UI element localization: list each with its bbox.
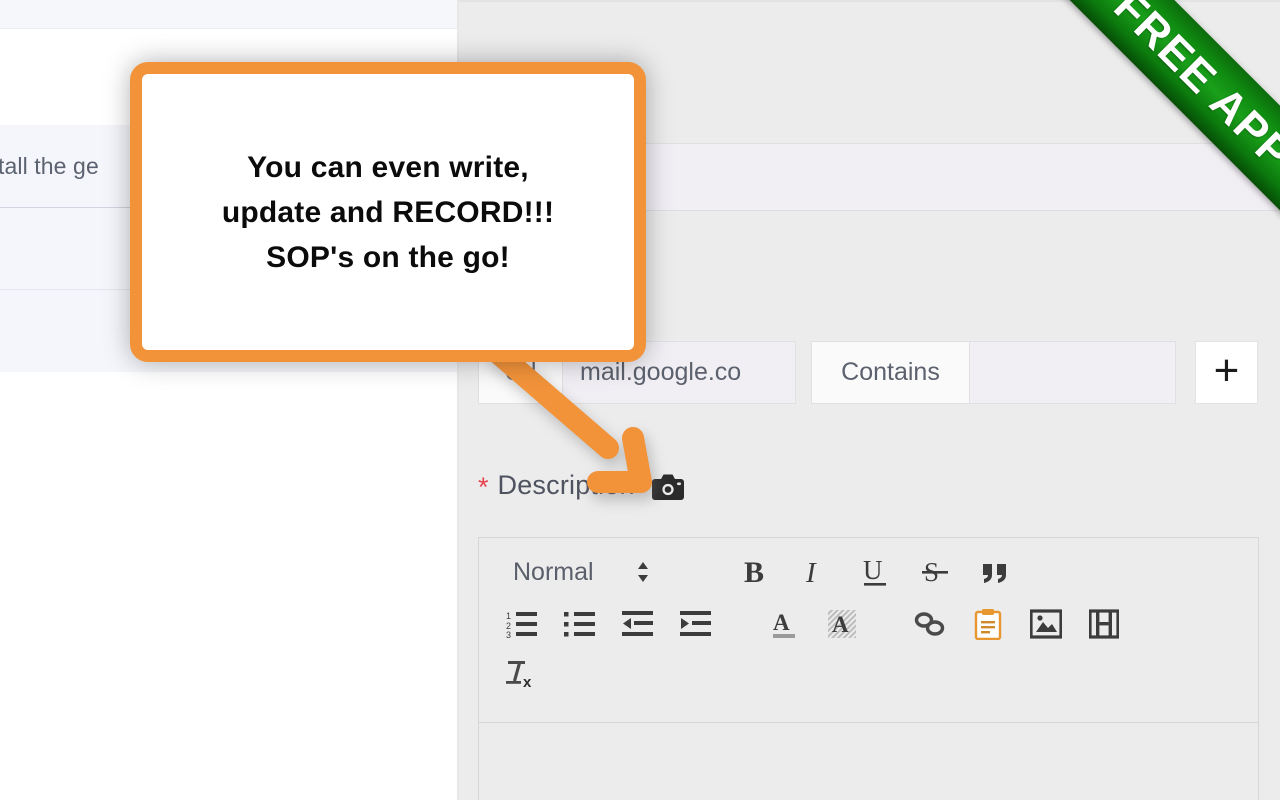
- video-icon[interactable]: [1075, 599, 1133, 649]
- add-condition-button[interactable]: +: [1195, 341, 1258, 404]
- svg-text:U: U: [863, 555, 883, 585]
- description-label: Description: [497, 470, 635, 500]
- operator-label: Contains: [841, 358, 940, 386]
- italic-icon[interactable]: I: [785, 547, 845, 597]
- operator-value-input[interactable]: [969, 341, 1176, 404]
- promo-callout-box: You can even write, update and RECORD!!!…: [130, 62, 646, 362]
- text-color-icon[interactable]: A: [755, 599, 813, 649]
- svg-text:A: A: [832, 612, 849, 637]
- screenshot-root: tall the ge Url mail.google.co Contains …: [0, 0, 1280, 800]
- outdent-icon[interactable]: [609, 599, 667, 649]
- camera-icon[interactable]: [651, 474, 684, 500]
- bullet-list-icon[interactable]: [551, 599, 609, 649]
- image-icon[interactable]: [1017, 599, 1075, 649]
- background-top-bar: [0, 0, 458, 29]
- clear-formatting-icon[interactable]: x: [493, 649, 551, 699]
- svg-text:1: 1: [506, 611, 511, 621]
- operator-select[interactable]: Contains: [811, 341, 969, 404]
- editor-toolbar-row-2: 1 2 3 A A: [493, 598, 1133, 650]
- operator-condition-group[interactable]: Contains: [811, 341, 1176, 404]
- background-text-fragment: tall the ge: [0, 153, 99, 179]
- plus-icon: +: [1213, 345, 1240, 395]
- format-picker-value: Normal: [513, 557, 594, 586]
- svg-text:3: 3: [506, 630, 511, 639]
- blockquote-icon[interactable]: [965, 547, 1025, 597]
- editor-toolbar-divider: [479, 722, 1258, 723]
- strikethrough-icon[interactable]: S: [905, 547, 965, 597]
- url-value-text: mail.google.co: [580, 358, 742, 386]
- paste-clipboard-icon[interactable]: [959, 599, 1017, 649]
- background-color-icon[interactable]: A: [813, 599, 871, 649]
- link-icon[interactable]: [901, 599, 959, 649]
- bold-icon[interactable]: B: [725, 547, 785, 597]
- free-app-ribbon: FREE APP: [980, 0, 1280, 300]
- editor-toolbar: Normal B I U S 1 2 3 A A x: [479, 538, 1258, 723]
- ribbon-banner: FREE APP: [1010, 0, 1280, 274]
- format-picker[interactable]: Normal: [493, 547, 665, 597]
- underline-icon[interactable]: U: [845, 547, 905, 597]
- svg-text:I: I: [805, 557, 817, 588]
- editor-content-area[interactable]: [479, 724, 1258, 800]
- svg-text:B: B: [744, 556, 764, 588]
- promo-callout-text: You can even write, update and RECORD!!!…: [221, 150, 555, 274]
- svg-text:A: A: [773, 610, 790, 635]
- description-rich-text-editor[interactable]: Normal B I U S 1 2 3 A A x: [478, 537, 1259, 800]
- background-lower-area: [0, 372, 458, 800]
- required-asterisk: *: [478, 472, 489, 502]
- ordered-list-icon[interactable]: 1 2 3: [493, 599, 551, 649]
- field-type-label: Url: [504, 358, 537, 386]
- indent-icon[interactable]: [667, 599, 725, 649]
- ribbon-label: FREE APP: [1104, 0, 1280, 180]
- chevron-updown-icon: [635, 558, 651, 586]
- editor-toolbar-row-3: x: [493, 648, 551, 700]
- editor-toolbar-row-1: Normal B I U S: [493, 544, 1025, 600]
- description-label-row: * Description: [478, 470, 684, 501]
- svg-text:x: x: [523, 674, 532, 691]
